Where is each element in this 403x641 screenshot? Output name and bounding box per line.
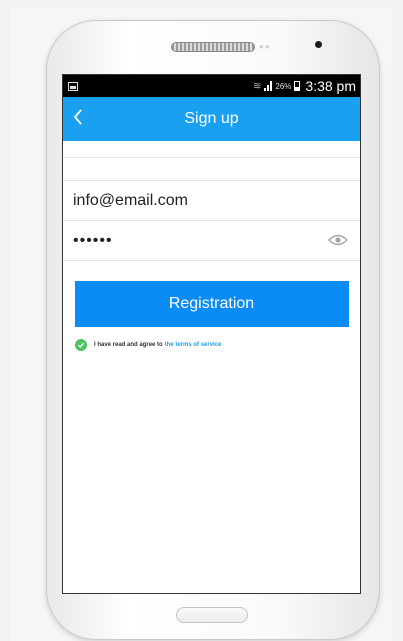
status-indicators: ≋ 26% 3:38 pm: [253, 78, 356, 94]
status-bar: ≋ 26% 3:38 pm: [63, 75, 360, 97]
password-value: ••••••: [73, 231, 113, 249]
registration-button[interactable]: Registration: [74, 281, 349, 327]
terms-of-service-link[interactable]: the terms of service: [165, 342, 222, 348]
home-button[interactable]: [176, 607, 248, 623]
battery-percent: 26%: [275, 81, 292, 91]
terms-agreement: I have read and agree to the terms of se…: [63, 339, 360, 351]
email-field[interactable]: info@email.com: [63, 181, 360, 221]
notification-icon: [68, 81, 78, 91]
back-icon[interactable]: [67, 105, 91, 129]
status-time: 3:38 pm: [305, 78, 356, 94]
signal-icon: [264, 81, 273, 91]
blank-field-row: [63, 157, 360, 181]
front-camera: [315, 41, 322, 48]
speaker-grille: [171, 42, 255, 52]
check-icon[interactable]: [75, 339, 87, 351]
sensor-dots: ●●: [259, 42, 271, 51]
agreement-text: I have read and agree to: [94, 342, 163, 348]
email-value: info@email.com: [73, 191, 188, 209]
phone-screen: ≋ 26% 3:38 pm Sign up info@email.com •••…: [62, 74, 361, 594]
page-title: Sign up: [184, 110, 239, 127]
app-bar: Sign up: [63, 97, 360, 141]
wifi-icon: ≋: [253, 80, 262, 92]
eye-icon[interactable]: [328, 234, 348, 246]
password-field[interactable]: ••••••: [63, 221, 360, 261]
battery-icon: [294, 81, 301, 91]
